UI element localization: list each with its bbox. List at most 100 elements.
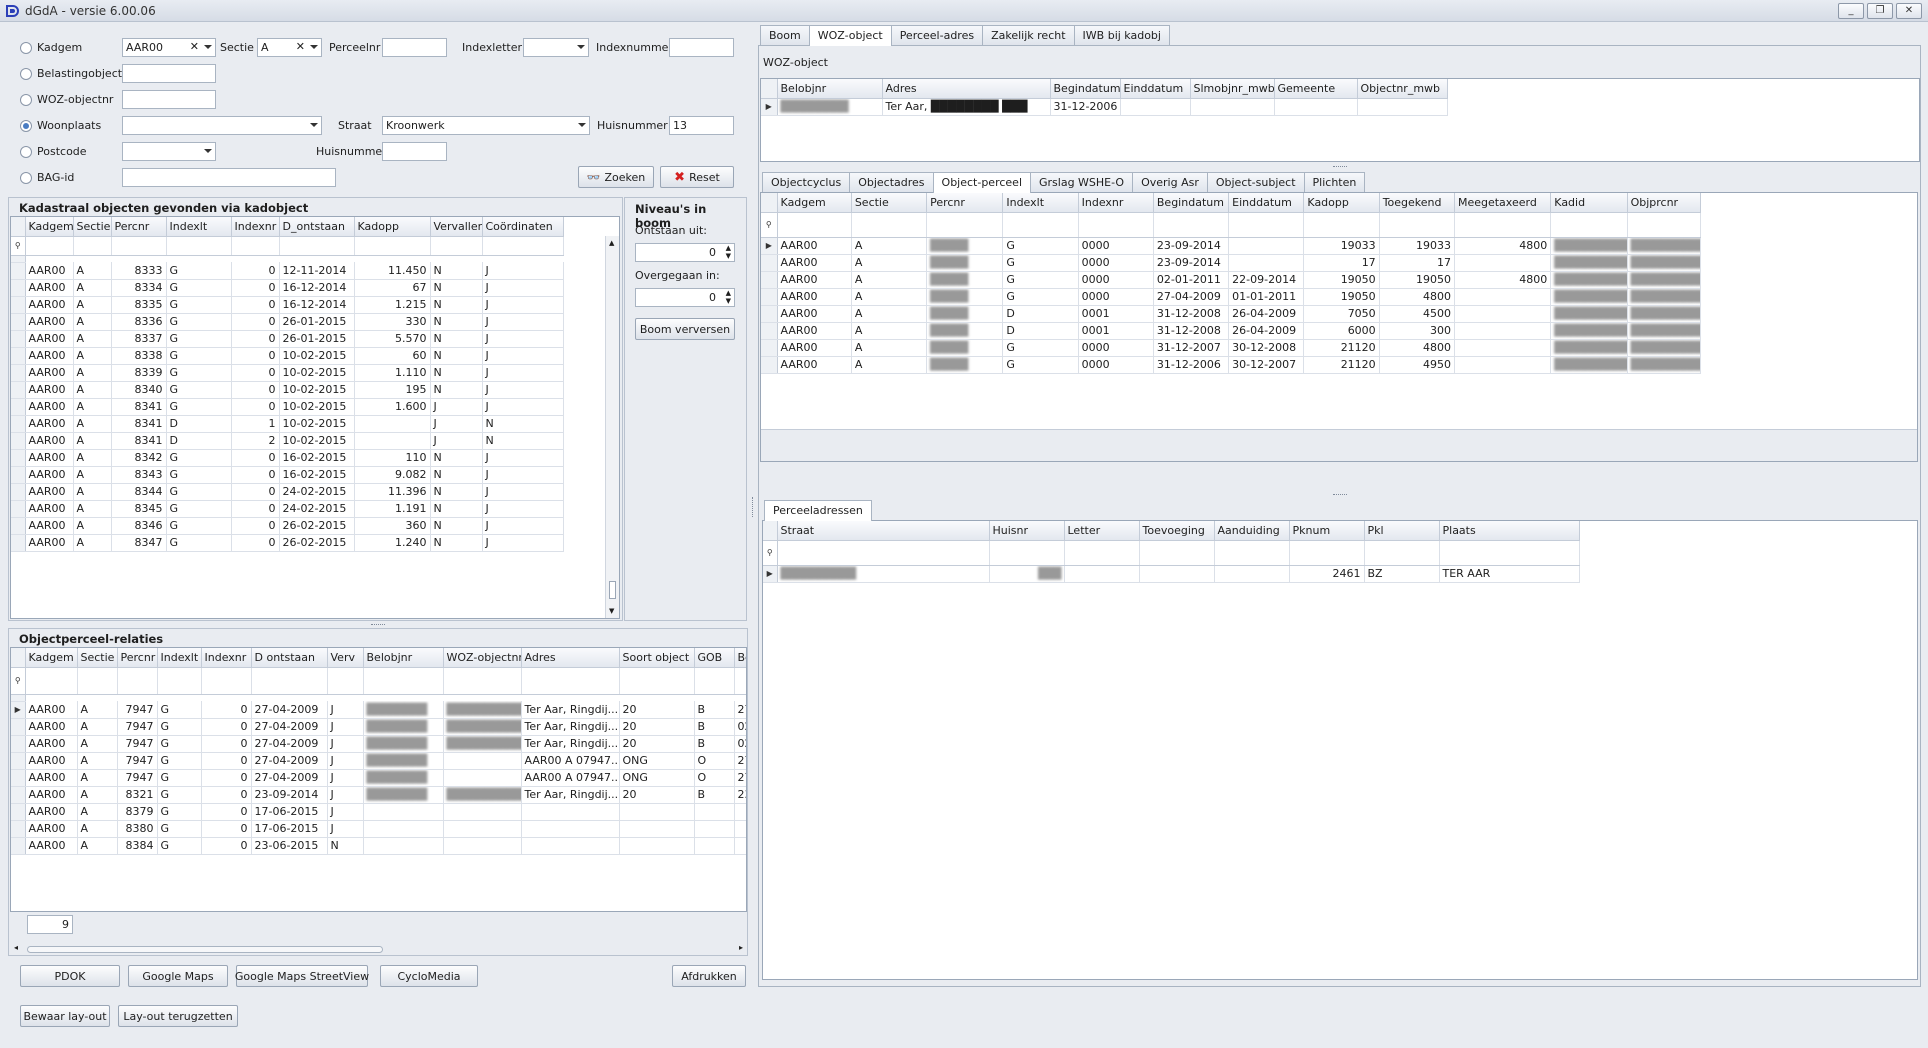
perceeladressen-row[interactable]: ▶ ██████████ ███ 2461 BZ TER AAR bbox=[763, 565, 1580, 583]
kadobject-header-vervallen[interactable]: Vervallen bbox=[430, 217, 483, 237]
perceeladressen-grid[interactable]: Straat Huisnr Letter Toevoeging Aanduiding Pk… bbox=[762, 520, 1918, 980]
clear-icon[interactable]: ✕ bbox=[190, 40, 199, 53]
perceelnr-input[interactable] bbox=[382, 38, 447, 57]
objperceel-row[interactable]: AAR00 A █████ G 0000 27-04-2009 01-01-2011 1905… bbox=[761, 288, 1702, 306]
radio-postcode[interactable] bbox=[20, 146, 32, 158]
woz-header-slmobjnr-mwb[interactable]: Slmobjnr_mwb bbox=[1190, 79, 1275, 99]
woz-objectnr-input[interactable] bbox=[122, 90, 216, 109]
perceeladressen-header-huisnr[interactable]: Huisnr bbox=[989, 521, 1065, 541]
woz-header-objectnr-mwb[interactable]: Objectnr_mwb bbox=[1357, 79, 1448, 99]
layout-terugzetten-button[interactable]: Lay-out terugzetten bbox=[118, 1005, 238, 1027]
radio-woonplaats[interactable] bbox=[20, 120, 32, 132]
objperceel-header-objprcnr[interactable]: Objprcnr bbox=[1627, 193, 1702, 213]
scrollbar-thumb[interactable] bbox=[27, 946, 383, 953]
woz-grid[interactable]: Belobjnr Adres Begindatum Einddatum Slmobjnr… bbox=[760, 78, 1920, 162]
objperceel-header-kadopp[interactable]: Kadopp bbox=[1303, 193, 1380, 213]
radio-kadgem[interactable] bbox=[20, 42, 32, 54]
row-indicator[interactable] bbox=[11, 803, 26, 821]
row-indicator[interactable] bbox=[11, 381, 26, 399]
kadobject-header-indexnr[interactable]: Indexnr bbox=[231, 217, 280, 237]
objperceel-row[interactable]: AAR00 A █████ G 0000 31-12-2006 30-12-2007 2112… bbox=[761, 356, 1702, 374]
radio-woz-objectnr[interactable] bbox=[20, 94, 32, 106]
row-indicator[interactable] bbox=[11, 313, 26, 331]
relaties-header-d-ontstaan[interactable]: D ontstaan bbox=[251, 648, 328, 668]
objperceel-grid[interactable]: Kadgem Sectie Percnr Indexlt Indexnr Begindat… bbox=[760, 192, 1918, 462]
objperceel-header-kadgem[interactable]: Kadgem bbox=[777, 193, 852, 213]
objperceel-header-sectie[interactable]: Sectie bbox=[851, 193, 928, 213]
indexletter-combo[interactable] bbox=[523, 38, 589, 57]
indexnummer-input[interactable] bbox=[669, 38, 734, 57]
kadobject-grid[interactable]: Kadgem Sectie Percnr Indexlt Indexnr D_ontsta… bbox=[10, 216, 620, 619]
kadobject-row[interactable]: AAR00 A 8344 G 0 24-02-2015 11.396 N J bbox=[11, 483, 564, 501]
relaties-row[interactable]: AAR00 A 7947 G 0 27-04-2009 J ████████ AAR00 A 0… bbox=[11, 769, 746, 787]
kadgem-combo[interactable]: AAR00 ✕ bbox=[122, 38, 216, 57]
row-indicator[interactable] bbox=[761, 271, 778, 289]
row-indicator[interactable] bbox=[11, 752, 26, 770]
perceeladressen-header-plaats[interactable]: Plaats bbox=[1439, 521, 1580, 541]
objperceel-header-indexnr[interactable]: Indexnr bbox=[1078, 193, 1154, 213]
objperceel-row[interactable]: ▶ AAR00 A █████ G 0000 23-09-2014 19033 19033 480… bbox=[761, 237, 1702, 255]
relaties-header-belobjnr[interactable]: Belobjnr bbox=[363, 648, 444, 668]
current-row-arrow-icon[interactable]: ▶ bbox=[11, 701, 26, 719]
perceeladressen-header-aanduiding[interactable]: Aanduiding bbox=[1214, 521, 1290, 541]
subtab-plichten[interactable]: Plichten bbox=[1303, 172, 1366, 192]
scroll-right-icon[interactable]: ▸ bbox=[739, 943, 743, 952]
horizontal-scrollbar[interactable]: ◂ ▸ bbox=[12, 943, 745, 955]
straat-combo[interactable]: Kroonwerk bbox=[382, 116, 590, 135]
close-button[interactable]: ✕ bbox=[1896, 3, 1922, 19]
tab-boom[interactable]: Boom bbox=[760, 25, 810, 45]
huisnummer2-input[interactable] bbox=[382, 142, 447, 161]
row-indicator[interactable] bbox=[11, 820, 26, 838]
kadobject-row[interactable]: AAR00 A 8337 G 0 26-01-2015 5.570 N J bbox=[11, 330, 564, 348]
woz-header-adres[interactable]: Adres bbox=[882, 79, 1051, 99]
cyclomedia-button[interactable]: CycloMedia bbox=[380, 965, 478, 987]
objperceel-header-einddatum[interactable]: Einddatum bbox=[1228, 193, 1305, 213]
kadobject-row[interactable]: AAR00 A 8341 D 1 10-02-2015 J N bbox=[11, 415, 564, 433]
vertical-splitter[interactable] bbox=[752, 497, 755, 517]
row-indicator[interactable] bbox=[11, 483, 26, 501]
row-indicator[interactable] bbox=[761, 339, 778, 357]
bag-id-input[interactable] bbox=[122, 168, 336, 187]
kadobject-header-kadgem[interactable]: Kadgem bbox=[25, 217, 74, 237]
afdrukken-button[interactable]: Afdrukken bbox=[672, 965, 746, 987]
row-indicator[interactable] bbox=[11, 330, 26, 348]
current-row-arrow-icon[interactable]: ▶ bbox=[763, 565, 778, 583]
relaties-header-indexnr[interactable]: Indexnr bbox=[201, 648, 252, 668]
current-row-arrow-icon[interactable]: ▶ bbox=[761, 237, 778, 255]
perceeladressen-header-toevoeging[interactable]: Toevoeging bbox=[1139, 521, 1215, 541]
overgegaan-spinner[interactable]: 0 ▲ ▼ bbox=[635, 288, 735, 307]
subtab-grslag-wshe-o[interactable]: Grslag WSHE-O bbox=[1030, 172, 1134, 192]
woz-header-belobjnr[interactable]: Belobjnr bbox=[777, 79, 883, 99]
relaties-header-soort-object[interactable]: Soort object bbox=[619, 648, 695, 668]
row-indicator[interactable] bbox=[11, 296, 26, 314]
kadobject-header-percnr[interactable]: Percnr bbox=[111, 217, 167, 237]
kadobject-row[interactable]: AAR00 A 8341 G 0 10-02-2015 1.600 J J bbox=[11, 398, 564, 416]
row-indicator[interactable] bbox=[11, 786, 26, 804]
relaties-header-woz-objectnr[interactable]: WOZ-objectnr bbox=[443, 648, 522, 668]
kadobject-row[interactable]: AAR00 A 8342 G 0 16-02-2015 110 N J bbox=[11, 449, 564, 467]
row-indicator[interactable] bbox=[11, 364, 26, 382]
scroll-down-icon[interactable]: ▼ bbox=[609, 607, 614, 615]
horizontal-splitter[interactable] bbox=[760, 165, 1920, 168]
kadobject-header-co-rdinaten[interactable]: Coördinaten bbox=[482, 217, 564, 237]
row-indicator[interactable] bbox=[11, 769, 26, 787]
subtab-objectcyclus[interactable]: Objectcyclus bbox=[762, 172, 851, 192]
horizontal-splitter[interactable] bbox=[760, 493, 1920, 496]
kadobject-row[interactable]: AAR00 A 8340 G 0 10-02-2015 195 N J bbox=[11, 381, 564, 399]
woz-header-begindatum[interactable]: Begindatum bbox=[1050, 79, 1121, 99]
tab-woz-object[interactable]: WOZ-object bbox=[808, 25, 892, 46]
row-indicator[interactable] bbox=[11, 415, 26, 433]
kadobject-row[interactable]: AAR00 A 8338 G 0 10-02-2015 60 N J bbox=[11, 347, 564, 365]
relaties-row[interactable]: AAR00 A 7947 G 0 27-04-2009 J ████████ █████████… bbox=[11, 735, 746, 753]
radio-belastingobject[interactable] bbox=[20, 68, 32, 80]
objperceel-header-kadid[interactable]: Kadid bbox=[1550, 193, 1628, 213]
kadobject-row[interactable]: AAR00 A 8343 G 0 16-02-2015 9.082 N J bbox=[11, 466, 564, 484]
subtab-overig-asr[interactable]: Overig Asr bbox=[1132, 172, 1208, 192]
woonplaats-combo[interactable] bbox=[122, 116, 322, 135]
relaties-row[interactable]: AAR00 A 7947 G 0 27-04-2009 J ████████ █████████… bbox=[11, 718, 746, 736]
huisnummer-input[interactable]: 13 bbox=[669, 116, 734, 135]
row-indicator[interactable] bbox=[11, 466, 26, 484]
ontstaan-spinner[interactable]: 0 ▲ ▼ bbox=[635, 243, 735, 262]
objperceel-header-begindatum[interactable]: Begindatum bbox=[1153, 193, 1230, 213]
kadobject-row[interactable]: AAR00 A 8334 G 0 16-12-2014 67 N J bbox=[11, 279, 564, 297]
